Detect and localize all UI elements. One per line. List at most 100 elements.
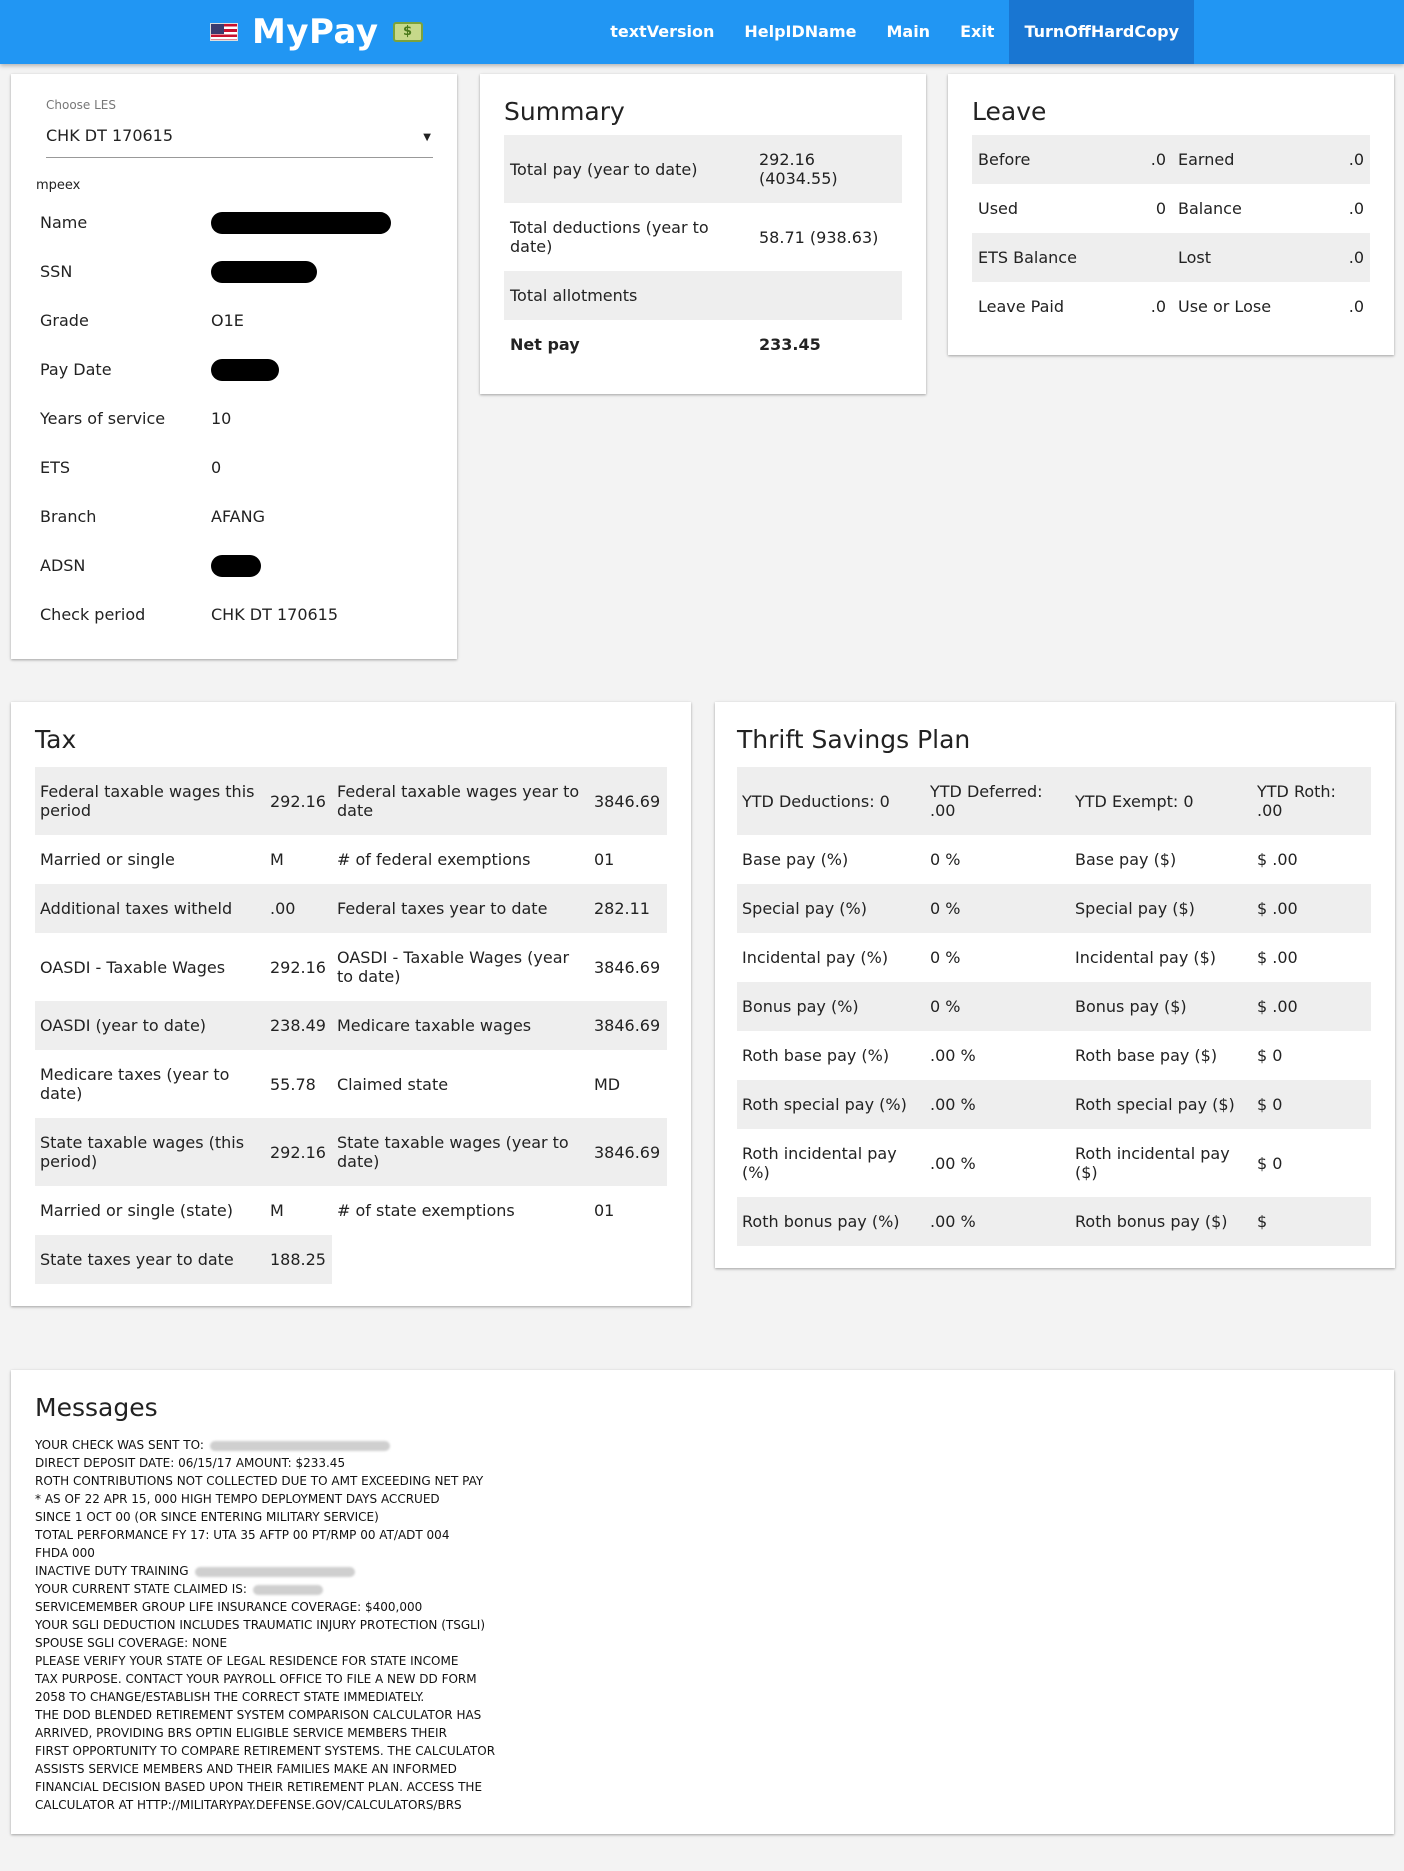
tsp-value: 0 % <box>925 884 1070 933</box>
tsp-label: Bonus pay (%) <box>737 982 925 1031</box>
info-value: CHK DT 170615 <box>211 605 339 624</box>
top-navbar: MyPay $ textVersion HelpIDName Main Exit… <box>0 0 1404 64</box>
tax-value: 01 <box>594 850 615 869</box>
tax-label: Married or single (state) <box>40 1201 233 1220</box>
info-row-ssn: SSN <box>40 247 440 296</box>
summary-label: Total deductions (year to date) <box>510 218 709 256</box>
tsp-value: .00 % <box>925 1080 1070 1129</box>
tax-value: 3846.69 <box>589 1001 667 1050</box>
leave-label: Used <box>978 199 1019 218</box>
tsp-label: Roth special pay (%) <box>737 1080 925 1129</box>
tax-value: 292.16 <box>265 767 332 835</box>
tax-value: 3846.69 <box>589 767 667 835</box>
tsp-label: Roth incidental pay ($) <box>1075 1144 1230 1182</box>
tsp-label: YTD Deductions: 0 <box>737 767 925 835</box>
tax-row: Additional taxes witheld .00 Federal tax… <box>35 884 667 933</box>
tsp-label: Roth bonus pay ($) <box>1070 1197 1252 1246</box>
leave-row: ETS Balance Lost .0 <box>972 233 1370 282</box>
us-flag-icon <box>210 23 238 41</box>
info-label: Branch <box>40 507 97 526</box>
leave-row: Before .0 Earned .0 <box>972 135 1370 184</box>
redacted-value <box>211 260 317 283</box>
leave-value: 0 <box>1155 199 1166 218</box>
user-id-label: mpeex <box>36 178 81 193</box>
tax-row: Federal taxable wages this period 292.16… <box>35 767 667 835</box>
leave-table: Before .0 Earned .0 Used 0 Balance .0 ET… <box>972 135 1370 331</box>
tsp-row: Bonus pay (%) 0 % Bonus pay ($) $ .00 <box>737 982 1371 1031</box>
messages-list: YOUR CHECK WAS SENT TO: DIRECT DEPOSIT D… <box>35 1436 495 1814</box>
message-line: * AS OF 22 APR 15, 000 HIGH TEMPO DEPLOY… <box>35 1492 440 1506</box>
message-line: TAX PURPOSE. CONTACT YOUR PAYROLL OFFICE… <box>35 1672 477 1686</box>
leave-value: .0 <box>1348 199 1364 218</box>
tax-value: MD <box>594 1074 621 1094</box>
les-info-card: Choose LES CHK DT 170615 ▼ mpeex Name SS… <box>11 74 457 659</box>
info-row-adsn: ADSN <box>40 541 440 590</box>
info-label: Grade <box>40 311 89 330</box>
blurred-text <box>194 1566 355 1577</box>
nav-turn-off-hard-copy[interactable]: TurnOffHardCopy <box>1009 0 1194 64</box>
tax-value: M <box>270 1201 284 1220</box>
tax-value: 238.49 <box>265 1001 332 1050</box>
info-label: SSN <box>40 262 73 281</box>
summary-label: Total pay (year to date) <box>504 135 753 203</box>
leave-card: Leave Before .0 Earned .0 Used 0 Balance… <box>948 74 1394 355</box>
message-line: SERVICEMEMBER GROUP LIFE INSURANCE COVER… <box>35 1600 423 1614</box>
tax-label: State taxes year to date <box>35 1235 265 1284</box>
tsp-label: Special pay (%) <box>737 884 925 933</box>
redacted-value <box>211 211 391 234</box>
tax-label: OASDI - Taxable Wages (year to date) <box>337 948 570 986</box>
leave-label: Balance <box>1178 199 1242 218</box>
tax-value: 188.25 <box>265 1235 332 1284</box>
tsp-row: Roth special pay (%) .00 % Roth special … <box>737 1080 1371 1129</box>
nav-help-id-name[interactable]: HelpIDName <box>729 0 871 64</box>
redacted-value <box>211 358 279 381</box>
summary-card: Summary Total pay (year to date) 292.16 … <box>480 74 926 394</box>
tax-value: 282.11 <box>589 884 667 933</box>
tsp-label: Roth bonus pay (%) <box>737 1197 925 1246</box>
les-select[interactable]: CHK DT 170615 ▼ <box>46 122 433 158</box>
tax-row: Married or single (state) M # of state e… <box>35 1186 667 1235</box>
tsp-label: YTD Roth: .00 <box>1252 767 1371 835</box>
summary-value: 58.71 (938.63) <box>759 227 879 247</box>
tsp-value: .00 % <box>930 1153 976 1173</box>
tsp-label: Incidental pay ($) <box>1075 948 1217 967</box>
tax-label: # of federal exemptions <box>337 850 531 869</box>
tsp-label: YTD Exempt: 0 <box>1070 767 1252 835</box>
tax-label: OASDI - Taxable Wages <box>40 957 226 977</box>
nav-text-version[interactable]: textVersion <box>595 0 729 64</box>
tax-value: 292.16 <box>265 1118 332 1186</box>
message-line: FIRST OPPORTUNITY TO COMPARE RETIREMENT … <box>35 1744 496 1758</box>
message-line: YOUR CURRENT STATE CLAIMED IS: <box>35 1580 495 1598</box>
info-label: Name <box>40 213 88 232</box>
tsp-value: $ .00 <box>1252 982 1371 1031</box>
tax-row: State taxable wages (this period) 292.16… <box>35 1118 667 1186</box>
tax-label: OASDI (year to date) <box>35 1001 265 1050</box>
info-label: Check period <box>40 605 146 624</box>
tsp-title: Thrift Savings Plan <box>737 725 971 754</box>
message-line: SPOUSE SGLI COVERAGE: NONE <box>35 1636 228 1650</box>
money-icon: $ <box>392 22 423 42</box>
info-row-check-period: Check period CHK DT 170615 <box>40 590 440 639</box>
tsp-value: $ 0 <box>1252 1080 1371 1129</box>
info-row-years-of-service: Years of service 10 <box>40 394 440 443</box>
nav-exit[interactable]: Exit <box>945 0 1009 64</box>
summary-label: Net pay <box>510 335 580 354</box>
summary-row: Total pay (year to date) 292.16 (4034.55… <box>504 135 902 203</box>
tax-row: State taxes year to date 188.25 <box>35 1235 667 1284</box>
tsp-row: Special pay (%) 0 % Special pay ($) $ .0… <box>737 884 1371 933</box>
info-label: Years of service <box>40 409 166 428</box>
tsp-label: Roth base pay ($) <box>1075 1046 1218 1065</box>
info-value: O1E <box>211 311 244 330</box>
tsp-value: .00 % <box>925 1197 1070 1246</box>
nav-main[interactable]: Main <box>871 0 945 64</box>
tsp-label: Bonus pay ($) <box>1070 982 1252 1031</box>
message-line: YOUR CHECK WAS SENT TO: <box>35 1436 495 1454</box>
leave-label: Earned <box>1172 135 1302 184</box>
leave-label: Lost <box>1172 233 1302 282</box>
tax-value: 292.16 <box>270 957 326 977</box>
tsp-row: Base pay (%) 0 % Base pay ($) $ .00 <box>737 835 1371 884</box>
brand[interactable]: MyPay $ <box>210 10 423 54</box>
tsp-value: $ <box>1252 1197 1371 1246</box>
tax-row: Married or single M # of federal exempti… <box>35 835 667 884</box>
leave-value: .0 <box>1348 297 1364 316</box>
